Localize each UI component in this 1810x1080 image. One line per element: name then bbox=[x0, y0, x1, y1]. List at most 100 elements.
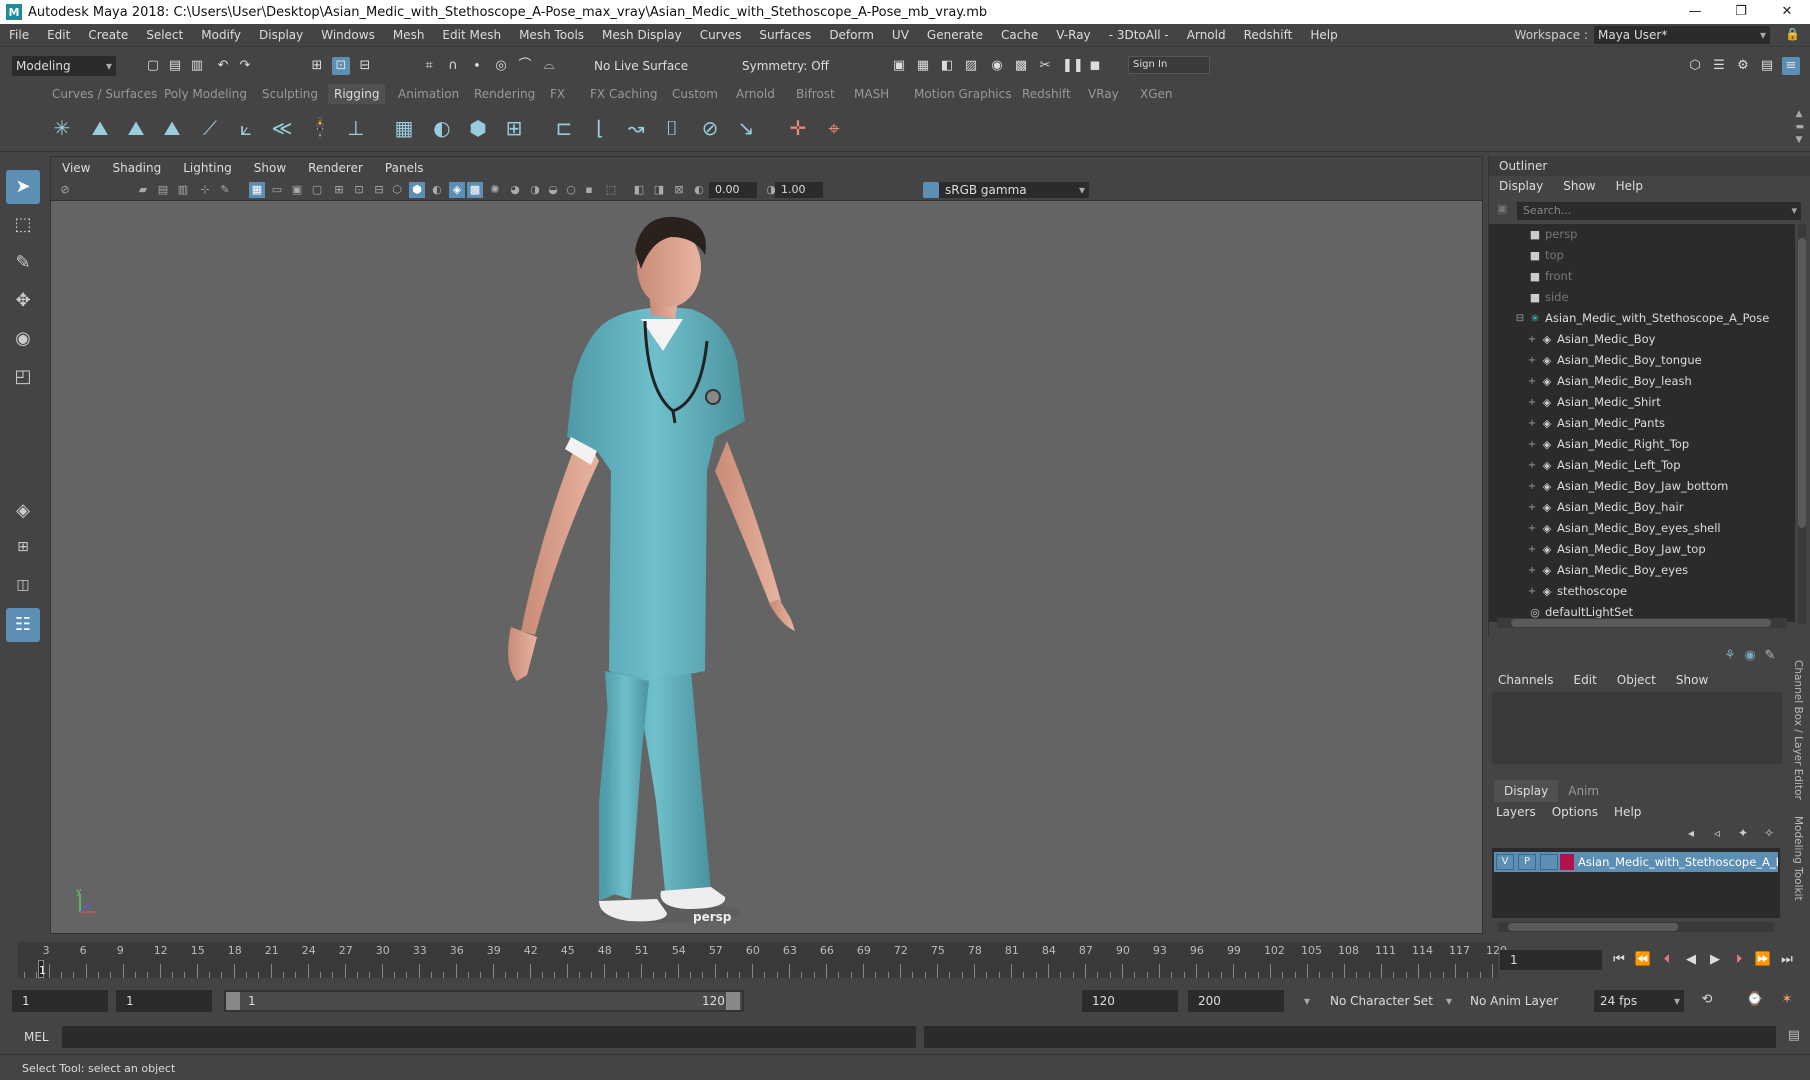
shelf-tab-arnold[interactable]: Arnold bbox=[730, 84, 781, 104]
new-layer-icon[interactable]: ✦ bbox=[1730, 826, 1756, 844]
outliner-item-side[interactable]: ■ side bbox=[1489, 287, 1795, 308]
collapse-icon[interactable]: ⊟ bbox=[1515, 308, 1525, 329]
expand-icon[interactable]: + bbox=[1527, 455, 1537, 476]
scroll-thumb[interactable] bbox=[1798, 238, 1806, 528]
image-plane-icon[interactable]: ▥ bbox=[175, 182, 191, 198]
tool-settings-icon[interactable]: ⚙ bbox=[1734, 57, 1752, 75]
outliner-item-mesh[interactable]: + ◈ Asian_Medic_Boy_hair bbox=[1489, 497, 1795, 518]
shelf-tab-curves-surfaces[interactable]: Curves / Surfaces bbox=[46, 84, 163, 104]
fps-dropdown[interactable]: 24 fps bbox=[1594, 990, 1684, 1012]
character-set-arrow-icon[interactable]: ▾ bbox=[1304, 990, 1310, 1012]
lattice-icon[interactable]: ▦ bbox=[390, 114, 418, 142]
exposure-icon[interactable]: ◐ bbox=[691, 182, 707, 198]
grid-icon[interactable]: ▦ bbox=[249, 182, 265, 198]
outliner-menu-show[interactable]: Show bbox=[1553, 179, 1605, 193]
move-layer-down-icon[interactable]: ◃ bbox=[1704, 826, 1730, 844]
playback-end-field[interactable]: 120 bbox=[1082, 990, 1178, 1012]
outliner-search-input[interactable]: Search... bbox=[1517, 202, 1801, 220]
layer-visibility-toggle[interactable]: V bbox=[1496, 854, 1514, 870]
menu-mesh-display[interactable]: Mesh Display bbox=[593, 28, 691, 42]
shelf-tab-fx[interactable]: FX bbox=[544, 84, 571, 104]
shelf-scroll-icon[interactable]: ▲ ▬ ▼ bbox=[1795, 108, 1804, 147]
play-backwards-icon[interactable]: ◀ bbox=[1680, 950, 1702, 970]
expand-icon[interactable]: + bbox=[1527, 371, 1537, 392]
gate-mask-icon[interactable]: ▢ bbox=[309, 182, 325, 198]
select-component-icon[interactable]: ⊟ bbox=[356, 57, 374, 75]
layer-display-type-toggle[interactable] bbox=[1540, 854, 1558, 870]
field-chart-icon[interactable]: ⊞ bbox=[331, 182, 347, 198]
step-forward-frame-icon[interactable]: ⏵ bbox=[1728, 950, 1750, 970]
single-view-icon[interactable]: ◈ bbox=[6, 494, 40, 528]
shelf-tab-redshift[interactable]: Redshift bbox=[1016, 84, 1077, 104]
menu-edit-mesh[interactable]: Edit Mesh bbox=[433, 28, 510, 42]
snap-live-icon[interactable]: ⌓ bbox=[540, 57, 558, 75]
time-slider-bar[interactable]: 1 3 6 9 12 15 18 21 24 27 30 33 36 39 42 45 48 51 54 57 60 6… bbox=[18, 942, 1507, 978]
menu-file[interactable]: File bbox=[0, 28, 38, 42]
four-view-icon[interactable]: ⊞ bbox=[6, 532, 40, 562]
ik-handle-icon[interactable]: ⟋ bbox=[196, 114, 224, 142]
step-back-frame-icon[interactable]: ⏴ bbox=[1656, 950, 1678, 970]
vp-menu-shading[interactable]: Shading bbox=[101, 161, 172, 175]
move-tool-icon[interactable]: ✥ bbox=[6, 284, 40, 318]
expand-icon[interactable]: + bbox=[1527, 329, 1537, 350]
wireframe-icon[interactable]: ⬡ bbox=[389, 182, 405, 198]
bookmark-icon[interactable]: ▤ bbox=[155, 182, 171, 198]
scroll-thumb[interactable] bbox=[1511, 619, 1771, 627]
use-all-lights-icon[interactable]: ▩ bbox=[467, 182, 483, 198]
attribute-editor-icon[interactable]: ☰ bbox=[1710, 57, 1728, 75]
shelf-tab-rendering[interactable]: Rendering bbox=[468, 84, 541, 104]
pause-icon[interactable]: ❚❚ bbox=[1062, 57, 1084, 75]
menu-cache[interactable]: Cache bbox=[992, 28, 1047, 42]
vp-menu-renderer[interactable]: Renderer bbox=[297, 161, 374, 175]
motion-blur-icon[interactable]: ◑ bbox=[527, 182, 543, 198]
snap-curve-icon[interactable]: ∩ bbox=[444, 57, 462, 75]
menu-deform[interactable]: Deform bbox=[820, 28, 883, 42]
redo-icon[interactable]: ↷ bbox=[236, 57, 254, 75]
command-input[interactable] bbox=[62, 1026, 916, 1048]
menu-create[interactable]: Create bbox=[79, 28, 137, 42]
viewport-panel[interactable]: View Shading Lighting Show Renderer Pane… bbox=[50, 156, 1483, 934]
expand-icon[interactable]: + bbox=[1527, 413, 1537, 434]
humanik-icon[interactable]: ⛰ bbox=[86, 114, 114, 142]
outliner-item-mesh[interactable]: + ◈ Asian_Medic_Boy_eyes_shell bbox=[1489, 518, 1795, 539]
search-options-icon[interactable]: ▣ bbox=[1497, 202, 1511, 220]
vp-menu-panels[interactable]: Panels bbox=[374, 161, 435, 175]
menu-modify[interactable]: Modify bbox=[192, 28, 250, 42]
expand-icon[interactable]: + bbox=[1527, 476, 1537, 497]
snap-surface-icon[interactable]: ⌒ bbox=[516, 57, 534, 75]
layer-menu-options[interactable]: Options bbox=[1544, 805, 1606, 819]
expand-icon[interactable]: + bbox=[1527, 434, 1537, 455]
layer-hscrollbar[interactable] bbox=[1498, 922, 1774, 932]
outliner-item-mesh[interactable]: + ◈ Asian_Medic_Shirt bbox=[1489, 392, 1795, 413]
snap-grid-icon[interactable]: ⌗ bbox=[420, 57, 438, 75]
channel-box-tab[interactable]: Channel Box / Layer Editor bbox=[1792, 660, 1804, 800]
mirror-joint-icon[interactable]: ≪ bbox=[268, 114, 296, 142]
outliner-item-front[interactable]: ■ front bbox=[1489, 266, 1795, 287]
channel-menu-show[interactable]: Show bbox=[1666, 673, 1718, 687]
outliner-item-mesh[interactable]: + ◈ Asian_Medic_Right_Top bbox=[1489, 434, 1795, 455]
humanik-control-icon[interactable]: ⛰ bbox=[158, 114, 186, 142]
new-scene-icon[interactable]: ▢ bbox=[144, 57, 162, 75]
render-view-icon[interactable]: ▣ bbox=[890, 57, 908, 75]
ipr-render-icon[interactable]: ◧ bbox=[938, 57, 956, 75]
shelf-tab-poly-modeling[interactable]: Poly Modeling bbox=[158, 84, 253, 104]
select-tool-icon[interactable]: ➤ bbox=[6, 170, 40, 204]
outliner-menu-help[interactable]: Help bbox=[1606, 179, 1653, 193]
shelf-tab-vray[interactable]: VRay bbox=[1082, 84, 1125, 104]
outliner-hscrollbar[interactable] bbox=[1497, 618, 1787, 628]
vp-menu-show[interactable]: Show bbox=[243, 161, 297, 175]
3d-scene[interactable] bbox=[51, 201, 1482, 935]
move-layer-up-icon[interactable]: ◂ bbox=[1678, 826, 1704, 844]
layer-row[interactable]: V P Asian_Medic_with_Stethoscope_A_Pose_ bbox=[1494, 852, 1778, 872]
scale-tool-icon[interactable]: ◰ bbox=[6, 360, 40, 394]
paint-select-tool-icon[interactable]: ✎ bbox=[6, 246, 40, 280]
film-gate-icon[interactable]: ▭ bbox=[269, 182, 285, 198]
expand-icon[interactable]: + bbox=[1527, 560, 1537, 581]
lasso-tool-icon[interactable]: ⬚ bbox=[6, 208, 40, 242]
camera-select-icon[interactable]: ⊘ bbox=[57, 182, 73, 198]
tool-settings-icon[interactable]: ✎ bbox=[1762, 648, 1778, 664]
step-forward-key-icon[interactable]: ⏩ bbox=[1752, 950, 1774, 970]
2d-pan-zoom-icon[interactable]: ⊹ bbox=[197, 182, 213, 198]
wrap-icon[interactable]: ⬢ bbox=[464, 114, 492, 142]
menu-edit[interactable]: Edit bbox=[38, 28, 79, 42]
